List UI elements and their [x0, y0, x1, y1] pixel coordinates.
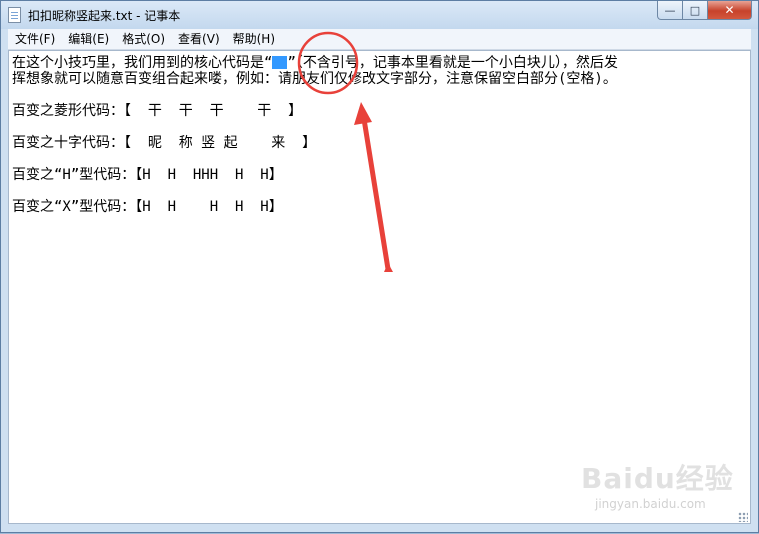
- baidu-watermark: Baidu经验 jingyan.baidu.com: [581, 457, 734, 519]
- notepad-window: 扣扣昵称竖起来.txt - 记事本 — □ ✕ 文件(F) 编辑(E) 格式(O…: [0, 0, 759, 533]
- annotation-overlay: [297, 31, 393, 272]
- watermark-url: jingyan.baidu.com: [595, 497, 706, 511]
- arrow-head-icon: [354, 102, 372, 125]
- highlight-circle: [297, 31, 359, 95]
- pointer-arrow: [361, 116, 391, 272]
- baidu-logo: Baidu经验: [581, 462, 734, 495]
